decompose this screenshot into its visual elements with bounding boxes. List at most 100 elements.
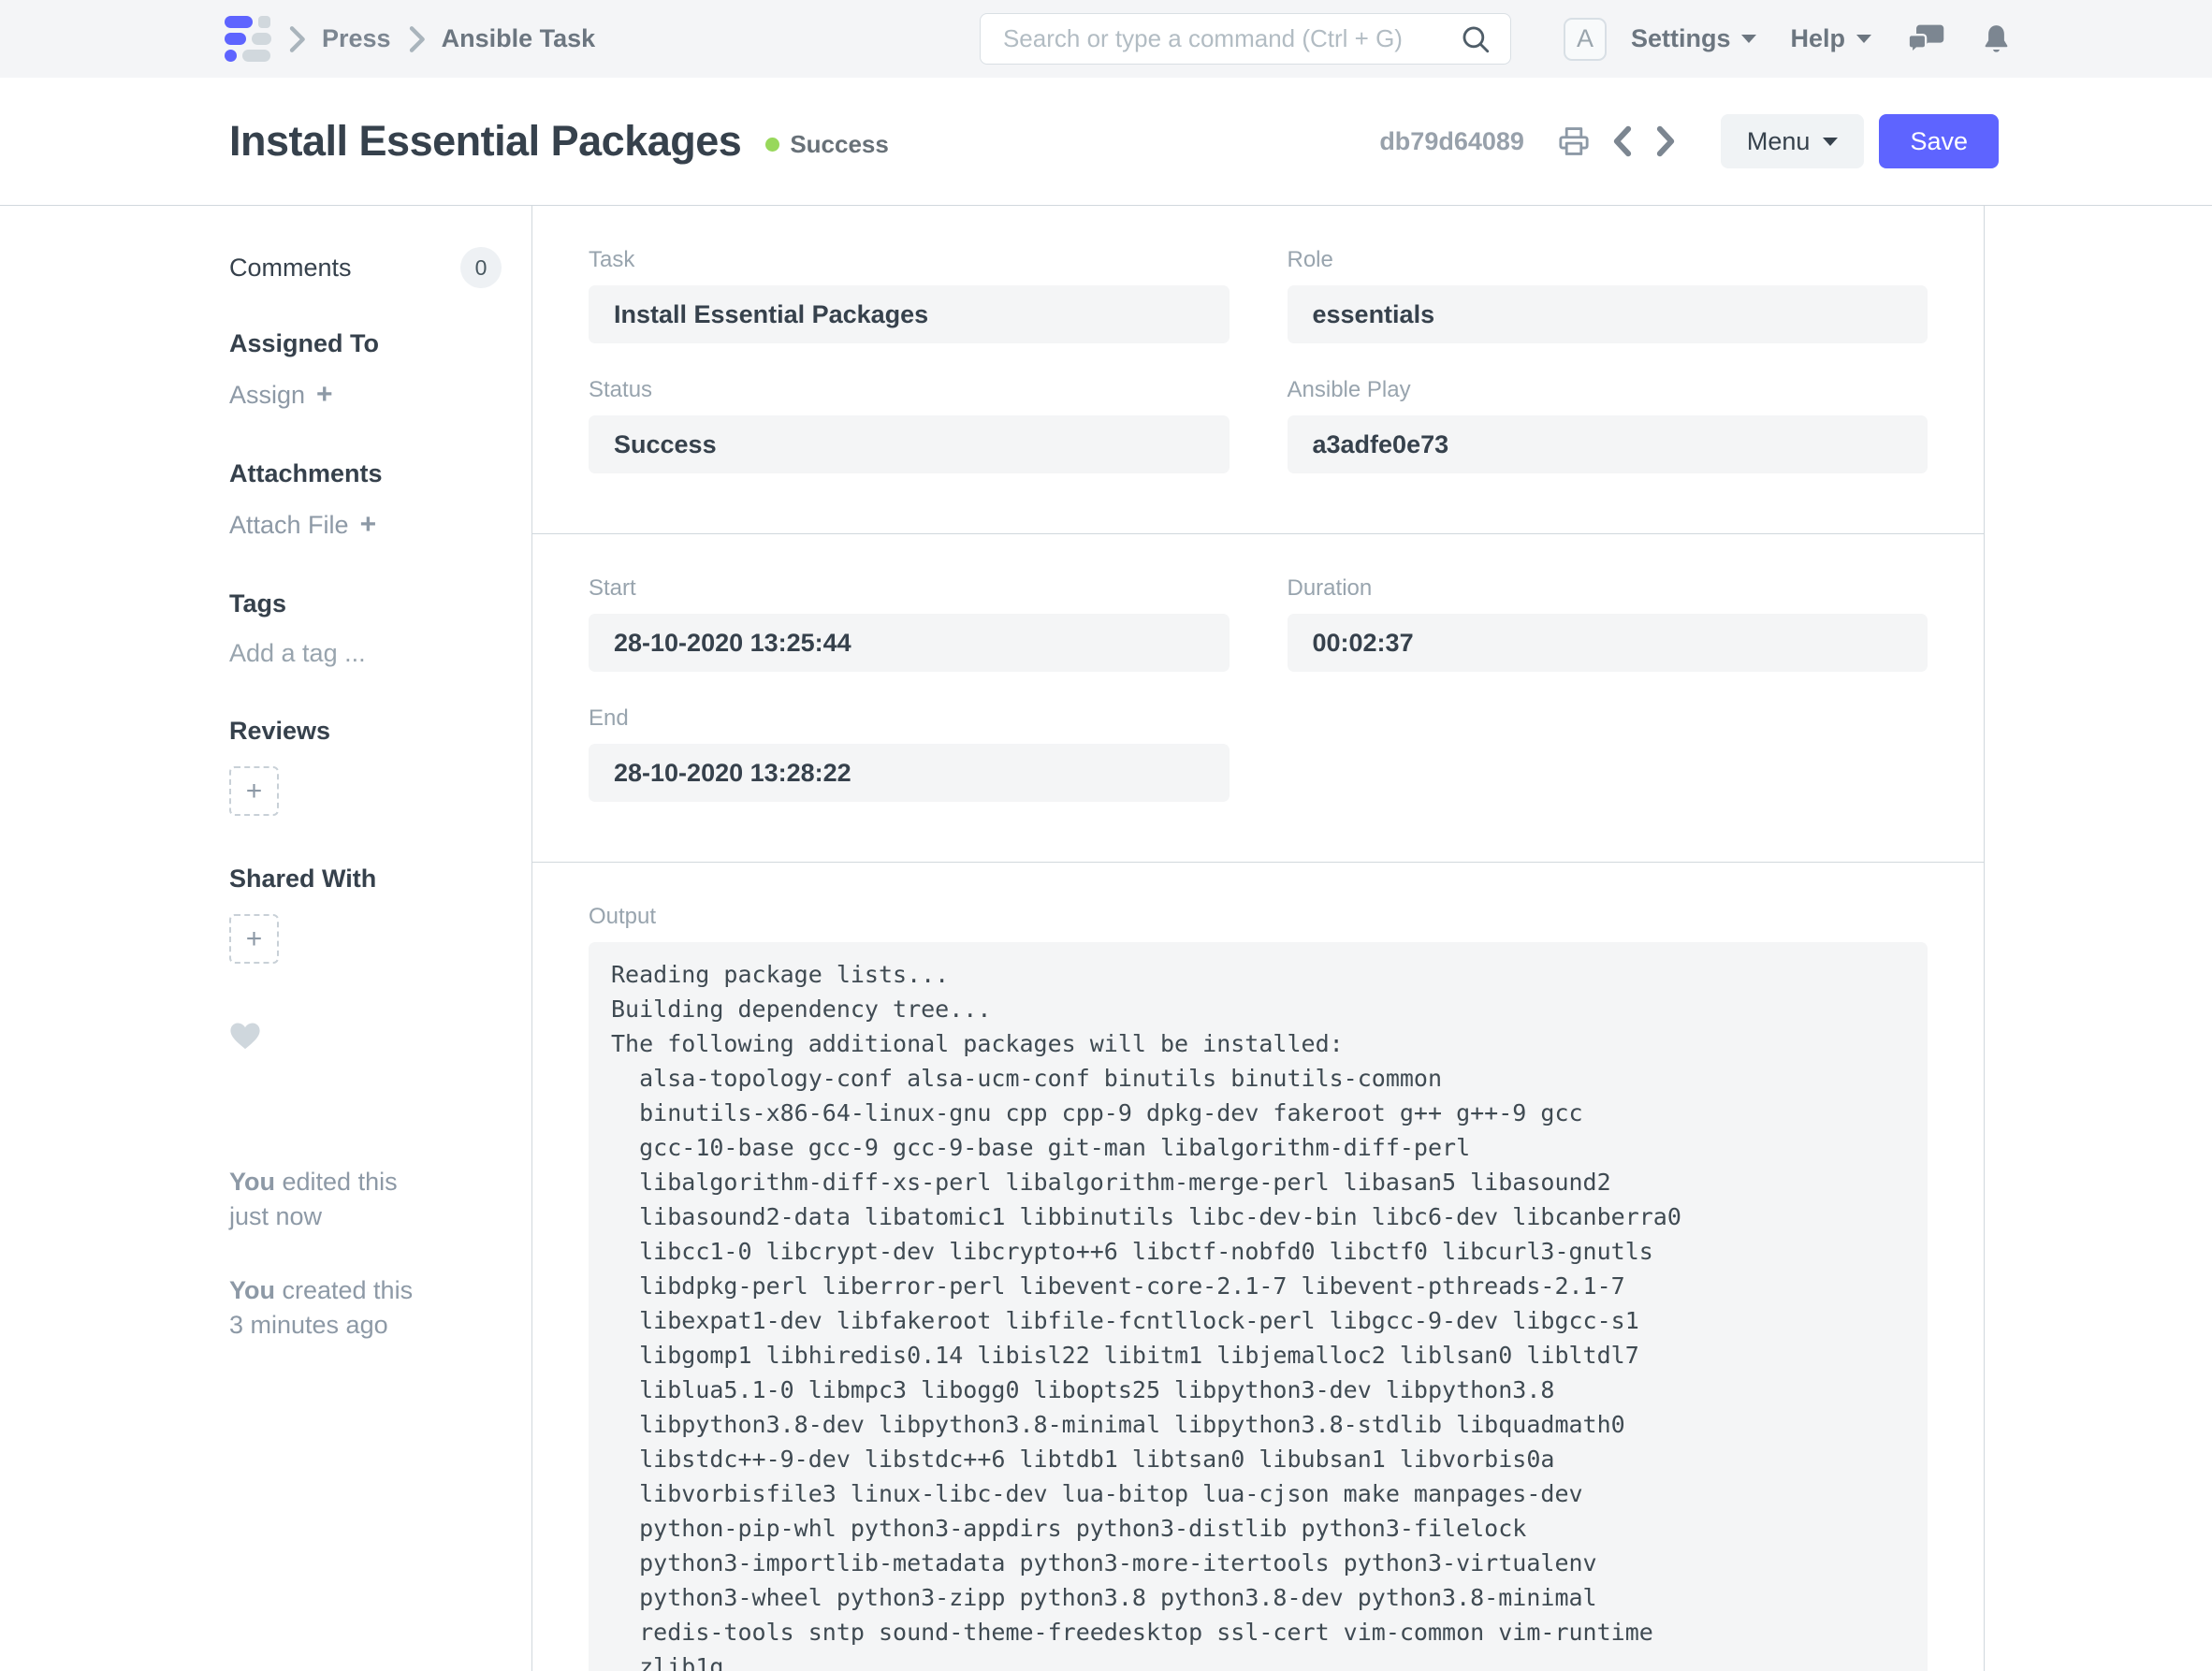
activity-created: You created this 3 minutes ago xyxy=(229,1273,502,1343)
logo-shape xyxy=(242,50,270,62)
activity-edited: You edited this just now xyxy=(229,1165,502,1234)
chat-icon[interactable] xyxy=(1909,23,1944,55)
comments-label: Comments xyxy=(229,254,352,283)
attachments-heading: Attachments xyxy=(229,459,502,488)
add-review-button[interactable]: + xyxy=(229,766,279,816)
settings-label: Settings xyxy=(1631,24,1731,53)
breadcrumb-chevron-icon xyxy=(406,25,427,53)
print-icon[interactable] xyxy=(1558,125,1590,157)
output-code-block[interactable]: Reading package lists... Building depend… xyxy=(589,942,1928,1671)
activity-action: edited this xyxy=(275,1168,398,1196)
assign-button[interactable]: Assign + xyxy=(229,379,333,411)
breadcrumb-chevron-icon xyxy=(286,25,307,53)
navbar: Press Ansible Task A Settings Help xyxy=(0,0,2212,78)
field-end: End 28-10-2020 13:28:22 xyxy=(589,705,1230,802)
activity-when: just now xyxy=(229,1202,322,1230)
field-duration: Duration 00:02:37 xyxy=(1288,575,1928,672)
field-status: Status Success xyxy=(589,377,1230,473)
notifications-bell-icon[interactable] xyxy=(1982,23,2011,55)
plus-icon: + xyxy=(246,776,263,807)
attach-file-label: Attach File xyxy=(229,511,349,540)
navbar-right: A Settings Help xyxy=(1564,18,2011,61)
field-label: Role xyxy=(1288,247,1928,273)
start-input[interactable]: 28-10-2020 13:25:44 xyxy=(589,614,1230,672)
app-logo[interactable] xyxy=(225,16,271,62)
field-ansible-play: Ansible Play a3adfe0e73 xyxy=(1288,377,1928,473)
logo-shape xyxy=(252,33,271,45)
plus-icon: + xyxy=(360,509,377,541)
chevron-down-icon xyxy=(1856,35,1871,43)
field-label: Start xyxy=(589,575,1230,602)
success-dot-icon xyxy=(765,138,779,152)
search-input[interactable] xyxy=(1003,24,1460,53)
save-button[interactable]: Save xyxy=(1879,114,1999,168)
field-task: Task Install Essential Packages xyxy=(589,247,1230,343)
chevron-down-icon xyxy=(1741,35,1756,43)
sidebar-section-tags: Tags Add a tag ... xyxy=(229,589,502,668)
attach-file-button[interactable]: Attach File + xyxy=(229,509,376,541)
assign-label: Assign xyxy=(229,381,305,410)
activity-action: created this xyxy=(275,1276,413,1304)
field-label: Ansible Play xyxy=(1288,377,1928,403)
activity-who: You xyxy=(229,1168,275,1196)
page-head: Install Essential Packages Success db79d… xyxy=(0,78,2212,206)
heart-icon[interactable] xyxy=(229,1022,261,1050)
plus-icon: + xyxy=(316,379,333,411)
logo-shape xyxy=(225,33,246,45)
activity-who: You xyxy=(229,1276,275,1304)
task-input[interactable]: Install Essential Packages xyxy=(589,285,1230,343)
breadcrumb-press[interactable]: Press xyxy=(322,24,391,53)
add-tag-input[interactable]: Add a tag ... xyxy=(229,639,366,667)
global-search[interactable] xyxy=(980,13,1511,65)
navbar-left: Press Ansible Task xyxy=(225,16,980,62)
sidebar-section-reviews: Reviews + xyxy=(229,717,502,816)
form-layout: Task Install Essential Packages Role ess… xyxy=(531,206,1985,1671)
status-input[interactable]: Success xyxy=(589,415,1230,473)
chevron-down-icon xyxy=(1823,138,1838,146)
form-section-timing: Start 28-10-2020 13:25:44 Duration 00:02… xyxy=(532,533,1984,862)
field-label: Duration xyxy=(1288,575,1928,602)
assigned-to-heading: Assigned To xyxy=(229,329,502,358)
role-input[interactable]: essentials xyxy=(1288,285,1928,343)
logo-shape xyxy=(258,16,270,28)
menu-button[interactable]: Menu xyxy=(1721,114,1865,168)
form-section-output: Output Reading package lists... Building… xyxy=(532,862,1984,1671)
page-actions: db79d64089 Menu Save xyxy=(1379,114,1999,168)
search-icon[interactable] xyxy=(1460,23,1492,55)
reviews-heading: Reviews xyxy=(229,717,502,746)
like-row xyxy=(229,1022,502,1054)
form-sidebar: Comments 0 Assigned To Assign + Attachme… xyxy=(0,206,531,1671)
plus-icon: + xyxy=(246,923,263,955)
share-button[interactable]: + xyxy=(229,914,279,964)
page-title: Install Essential Packages xyxy=(229,117,741,166)
status-indicator-label: Success xyxy=(790,130,889,159)
output-label: Output xyxy=(589,904,1928,930)
field-label: Status xyxy=(589,377,1230,403)
help-label: Help xyxy=(1790,24,1845,53)
ansible-play-input[interactable]: a3adfe0e73 xyxy=(1288,415,1928,473)
field-role: Role essentials xyxy=(1288,247,1928,343)
sidebar-section-attachments: Attachments Attach File + xyxy=(229,459,502,541)
document-id: db79d64089 xyxy=(1379,127,1524,156)
user-avatar[interactable]: A xyxy=(1564,18,1607,61)
sidebar-section-shared-with: Shared With + xyxy=(229,865,502,964)
sidebar-section-assigned-to: Assigned To Assign + xyxy=(229,329,502,411)
settings-menu[interactable]: Settings xyxy=(1631,24,1757,53)
duration-input[interactable]: 00:02:37 xyxy=(1288,614,1928,672)
status-indicator: Success xyxy=(765,130,889,159)
help-menu[interactable]: Help xyxy=(1790,24,1871,53)
tags-heading: Tags xyxy=(229,589,502,618)
breadcrumb-ansible-task[interactable]: Ansible Task xyxy=(442,24,596,53)
menu-button-label: Menu xyxy=(1747,127,1811,156)
logo-shape xyxy=(225,16,253,28)
shared-with-heading: Shared With xyxy=(229,865,502,894)
field-label: Task xyxy=(589,247,1230,273)
sidebar-item-comments[interactable]: Comments 0 xyxy=(229,247,502,288)
next-document-icon[interactable] xyxy=(1654,125,1678,157)
activity-when: 3 minutes ago xyxy=(229,1311,388,1339)
previous-document-icon[interactable] xyxy=(1610,125,1634,157)
page-body: Comments 0 Assigned To Assign + Attachme… xyxy=(0,206,2212,1671)
logo-shape xyxy=(225,50,237,62)
end-input[interactable]: 28-10-2020 13:28:22 xyxy=(589,744,1230,802)
field-label: End xyxy=(589,705,1230,732)
